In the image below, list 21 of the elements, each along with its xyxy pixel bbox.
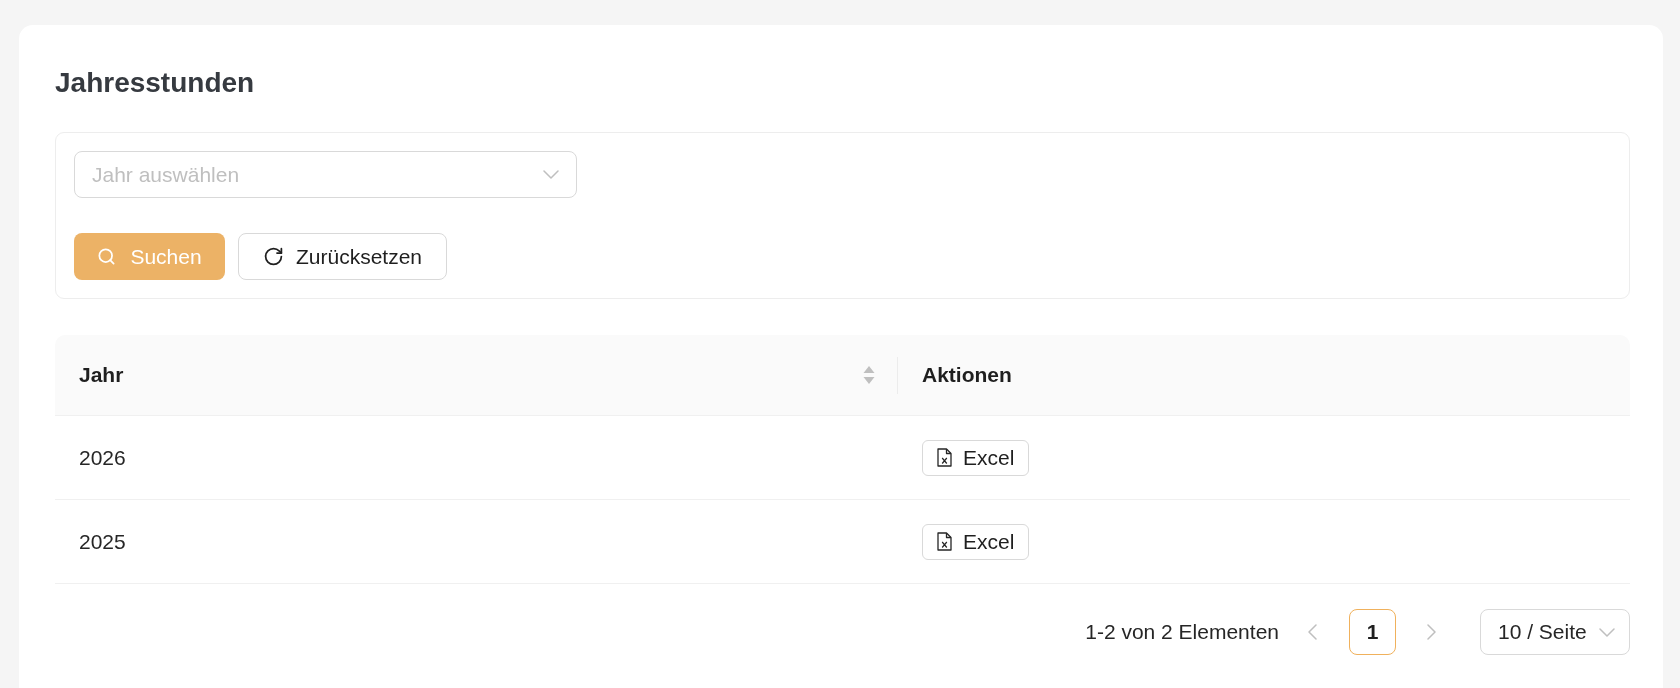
column-header: Jahr [79, 362, 124, 389]
excel-file-icon [937, 448, 952, 467]
excel-export-button[interactable]: Excel [922, 439, 1030, 476]
select-placeholder: Jahr auswählen [92, 161, 240, 188]
year-cell: 2026 [79, 445, 126, 469]
chevron-down-icon [543, 170, 559, 179]
excel-export-button[interactable]: Excel [922, 523, 1030, 560]
page-button[interactable]: 1 [1349, 609, 1396, 655]
search-icon [97, 247, 117, 266]
page-title: Jahresstunden [55, 66, 255, 100]
year-cell: 2025 [79, 529, 126, 553]
sort-icon[interactable] [863, 365, 875, 385]
chevron-down-icon [1599, 627, 1615, 637]
column-header: Aktionen [922, 362, 1012, 389]
chevron-right-icon[interactable] [1427, 624, 1436, 640]
chevron-left-icon[interactable] [1308, 624, 1317, 640]
excel-file-icon [937, 532, 952, 551]
reload-icon [262, 246, 284, 267]
reset-button[interactable]: Zurücksetzen [238, 233, 447, 280]
pagination-summary: 1-2 von 2 Elementen [1085, 619, 1279, 646]
page-size-select[interactable]: 10 / Seite [1480, 609, 1630, 655]
